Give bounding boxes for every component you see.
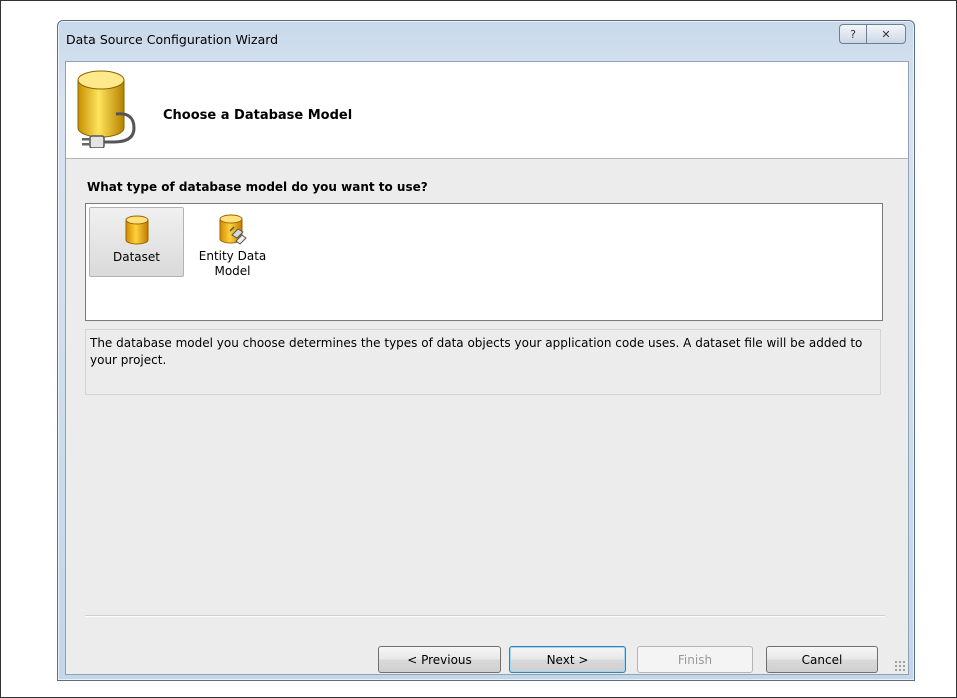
resize-grip[interactable] <box>894 660 906 672</box>
model-question-label: What type of database model do you want … <box>87 180 428 194</box>
model-item-entity-data-model[interactable]: Entity Data Model <box>186 207 279 278</box>
wizard-window: Data Source Configuration Wizard ? ✕ Cho… <box>57 20 915 681</box>
title-bar-buttons: ? ✕ <box>839 24 906 44</box>
entity-data-model-icon <box>219 214 247 245</box>
previous-button[interactable]: < Previous <box>378 646 501 673</box>
wizard-header: Choose a Database Model <box>66 62 908 159</box>
finish-button[interactable]: Finish <box>637 646 753 673</box>
cancel-button[interactable]: Cancel <box>766 646 878 673</box>
button-area-divider <box>85 615 885 617</box>
close-button[interactable]: ✕ <box>866 24 906 44</box>
model-description: The database model you choose determines… <box>85 329 881 395</box>
title-bar[interactable]: Data Source Configuration Wizard ? ✕ <box>58 21 914 61</box>
model-label-dataset: Dataset <box>113 250 160 264</box>
window-title: Data Source Configuration Wizard <box>66 32 279 47</box>
model-label-line1: Entity Data <box>198 249 267 263</box>
model-label-entity-data-model: Entity Data Model <box>186 249 279 279</box>
wizard-client-area: Choose a Database Model What type of dat… <box>65 61 909 675</box>
model-label-line2: Model <box>214 264 251 278</box>
model-list: Dataset Entity Data Model <box>85 203 883 321</box>
model-item-dataset[interactable]: Dataset <box>89 207 184 277</box>
database-icon <box>125 215 148 245</box>
page-title: Choose a Database Model <box>163 108 353 123</box>
next-button[interactable]: Next > <box>509 646 626 673</box>
database-connection-icon <box>77 70 136 148</box>
help-button[interactable]: ? <box>839 24 866 44</box>
